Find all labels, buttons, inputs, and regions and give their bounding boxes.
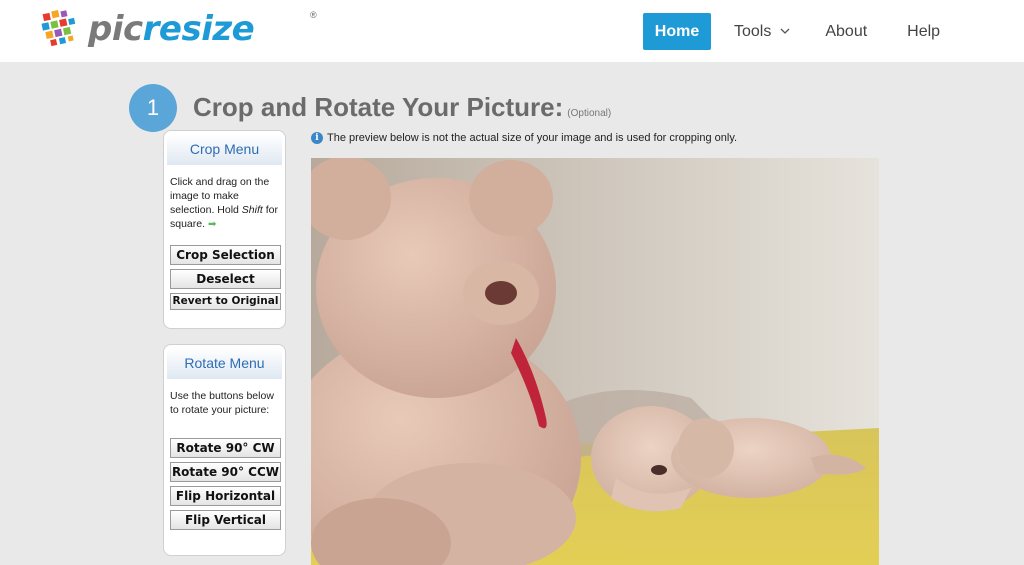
deselect-button[interactable]: Deselect	[170, 269, 281, 289]
picresize-logo[interactable]: picresize ®	[38, 6, 317, 52]
crop-selection-button[interactable]: Crop Selection	[170, 245, 281, 265]
preview-notice: i The preview below is not the actual si…	[311, 132, 737, 144]
teddy-bear-and-dog-photo	[311, 158, 879, 565]
flip-vertical-button[interactable]: Flip Vertical	[170, 510, 281, 530]
preview-notice-text: The preview below is not the actual size…	[327, 132, 738, 144]
revert-to-original-button[interactable]: Revert to Original	[170, 293, 281, 310]
green-arrow-icon: ➡	[207, 219, 217, 230]
nav-home-button[interactable]: Home	[643, 13, 711, 50]
registered-mark: ®	[310, 10, 317, 20]
image-preview-crop-area[interactable]	[311, 158, 879, 565]
main-nav: Home Tools About Help	[643, 13, 940, 50]
nav-tools-dropdown[interactable]: Tools	[734, 13, 790, 50]
logo-wordmark: picresize	[88, 9, 255, 49]
nav-help-link[interactable]: Help	[907, 13, 940, 50]
optional-label: (Optional)	[567, 108, 612, 119]
logo-pic-text: pic	[88, 9, 143, 49]
info-icon: i	[311, 132, 323, 144]
page-title-text: Crop and Rotate Your Picture:	[193, 92, 564, 122]
crop-menu-instructions: Click and drag on the image to make sele…	[164, 175, 285, 232]
page-title: Crop and Rotate Your Picture: (Optional)	[193, 92, 611, 123]
logo-mosaic-icon	[38, 7, 82, 51]
nav-about-link[interactable]: About	[825, 13, 867, 50]
crop-menu-panel: Crop Menu Click and drag on the image to…	[163, 130, 286, 329]
logo-resize-text: resize	[142, 9, 255, 49]
shift-key-text: Shift	[241, 204, 263, 216]
crop-menu-title: Crop Menu	[167, 134, 282, 165]
rotate-menu-title: Rotate Menu	[167, 348, 282, 379]
step-number-badge: 1	[129, 84, 177, 132]
rotate-90-cw-button[interactable]: Rotate 90° CW	[170, 438, 281, 458]
nav-tools-label: Tools	[734, 22, 772, 40]
flip-horizontal-button[interactable]: Flip Horizontal	[170, 486, 281, 506]
rotate-menu-panel: Rotate Menu Use the buttons below to rot…	[163, 344, 286, 556]
rotate-menu-instructions: Use the buttons below to rotate your pic…	[170, 390, 274, 416]
chevron-down-icon	[780, 26, 790, 37]
site-header: picresize ® Home Tools About Help	[0, 0, 1024, 62]
rotate-90-ccw-button[interactable]: Rotate 90° CCW	[170, 462, 281, 482]
